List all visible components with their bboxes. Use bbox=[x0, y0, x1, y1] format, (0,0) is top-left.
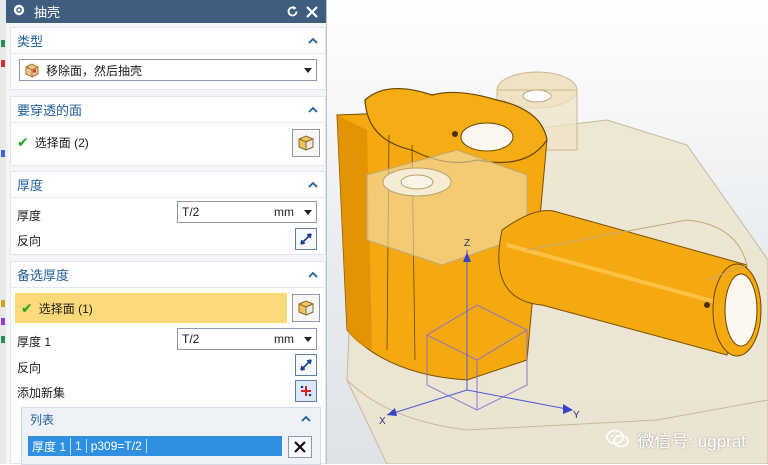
list-header[interactable]: 列表 bbox=[22, 408, 320, 430]
alt-thickness-group: 备选厚度 ✔ 选择面 (1) 厚度 1 T/2 mm 反向 添加新集 列表 厚度… bbox=[10, 261, 326, 465]
chevron-down-icon bbox=[304, 210, 312, 215]
graphics-viewport[interactable]: Z X Y 微信号: ugprat bbox=[327, 0, 768, 464]
reverse-row: 反向 bbox=[17, 230, 319, 250]
chevron-up-icon[interactable] bbox=[307, 35, 319, 47]
dialog-title: 抽壳 bbox=[34, 5, 61, 20]
back-boss-hole bbox=[522, 89, 552, 103]
close-icon bbox=[294, 441, 306, 453]
alt-thickness-label: 厚度 1 bbox=[17, 334, 52, 349]
thickness-group: 厚度 厚度 T/2 mm 反向 bbox=[10, 171, 326, 255]
alt-select-row[interactable]: ✔ 选择面 (1) bbox=[15, 293, 287, 323]
thickness-value: T/2 bbox=[182, 205, 200, 219]
remove-item-button[interactable] bbox=[288, 436, 312, 458]
alt-reverse-direction-button[interactable] bbox=[295, 354, 317, 376]
reset-icon[interactable] bbox=[284, 4, 300, 20]
pierce-select-label: 选择面 (2) bbox=[34, 135, 89, 150]
thickness-input[interactable]: T/2 mm bbox=[177, 201, 317, 223]
reverse-arrows-icon bbox=[300, 359, 312, 371]
list-cell-expression: p309=T/2 bbox=[87, 439, 147, 453]
dialog-title-bar: 抽壳 bbox=[6, 0, 326, 23]
small-point-a bbox=[452, 131, 458, 137]
type-select[interactable]: 移除面，然后抽壳 bbox=[19, 59, 317, 81]
thickness-group-header[interactable]: 厚度 bbox=[11, 172, 325, 198]
ghost-block-hole-inner bbox=[400, 174, 434, 190]
list-cell-name: 厚度 1 bbox=[28, 437, 72, 455]
chevron-up-icon[interactable] bbox=[307, 269, 319, 281]
alt-thickness-unit: mm bbox=[274, 332, 294, 346]
close-icon[interactable] bbox=[304, 4, 320, 20]
column-top-hole bbox=[460, 122, 514, 152]
reverse-direction-button[interactable] bbox=[295, 228, 317, 250]
checkmark-icon: ✔ bbox=[21, 299, 33, 316]
chevron-up-icon[interactable] bbox=[307, 179, 319, 191]
alt-group-label: 备选厚度 bbox=[17, 268, 70, 283]
list-cell-index: 1 bbox=[71, 439, 87, 453]
watermark: 微信号: ugprat bbox=[605, 426, 746, 452]
axis-label-y: Y bbox=[573, 410, 580, 421]
gear-icon[interactable] bbox=[12, 3, 26, 20]
alt-group-header[interactable]: 备选厚度 bbox=[11, 262, 325, 288]
reverse-arrows-icon bbox=[300, 233, 312, 245]
pierce-group-header[interactable]: 要穿透的面 bbox=[11, 97, 325, 123]
type-group-header[interactable]: 类型 bbox=[11, 28, 325, 54]
add-set-label: 添加新集 bbox=[17, 385, 66, 400]
watermark-text: 微信号: ugprat bbox=[637, 431, 746, 451]
thickness-unit: mm bbox=[274, 205, 294, 219]
list-subgroup: 列表 厚度 1 1 p309=T/2 bbox=[21, 407, 321, 465]
cube-icon bbox=[298, 135, 314, 151]
small-point-b bbox=[704, 302, 710, 308]
alt-reverse-label: 反向 bbox=[17, 360, 42, 375]
chevron-up-icon[interactable] bbox=[307, 104, 319, 116]
list-label: 列表 bbox=[30, 412, 55, 427]
wechat-icon bbox=[606, 429, 630, 448]
chevron-up-icon[interactable] bbox=[300, 413, 312, 425]
checkmark-icon: ✔ bbox=[17, 133, 29, 150]
pierce-group-label: 要穿透的面 bbox=[17, 103, 83, 118]
reverse-label: 反向 bbox=[17, 233, 42, 248]
chevron-down-icon bbox=[304, 337, 312, 342]
chevron-down-icon bbox=[304, 68, 312, 73]
pierce-faces-group: 要穿透的面 ✔ 选择面 (2) bbox=[10, 96, 326, 166]
alt-select-label: 选择面 (1) bbox=[38, 301, 93, 316]
pierce-select-row[interactable]: ✔ 选择面 (2) bbox=[17, 132, 319, 152]
add-new-set-button[interactable] bbox=[295, 380, 317, 402]
type-group-label: 类型 bbox=[17, 34, 44, 49]
box-icon bbox=[25, 63, 39, 78]
select-face-button[interactable] bbox=[292, 129, 320, 157]
add-set-row: 添加新集 bbox=[17, 382, 319, 402]
tube-bore bbox=[724, 273, 758, 347]
type-select-value: 移除面，然后抽壳 bbox=[46, 63, 143, 78]
thickness-group-label: 厚度 bbox=[17, 178, 44, 193]
cube-icon bbox=[298, 300, 314, 316]
alt-thickness-value: T/2 bbox=[182, 332, 200, 346]
axis-label-z: Z bbox=[464, 238, 470, 249]
axis-label-x: X bbox=[379, 416, 386, 427]
thickness-label: 厚度 bbox=[17, 208, 42, 223]
model-view: Z X Y bbox=[336, 71, 768, 464]
alt-select-face-button[interactable] bbox=[292, 294, 320, 322]
list-row[interactable]: 厚度 1 1 p309=T/2 bbox=[28, 436, 282, 456]
alt-thickness-input[interactable]: T/2 mm bbox=[177, 328, 317, 350]
type-group: 类型 移除面，然后抽壳 bbox=[10, 27, 326, 90]
shell-dialog: 抽壳 类型 移除面，然后抽壳 要穿透的面 ✔ 选择面 (2) 厚度 厚度 T/2… bbox=[6, 0, 327, 465]
alt-reverse-row: 反向 bbox=[17, 357, 319, 377]
add-set-icon bbox=[300, 385, 312, 397]
